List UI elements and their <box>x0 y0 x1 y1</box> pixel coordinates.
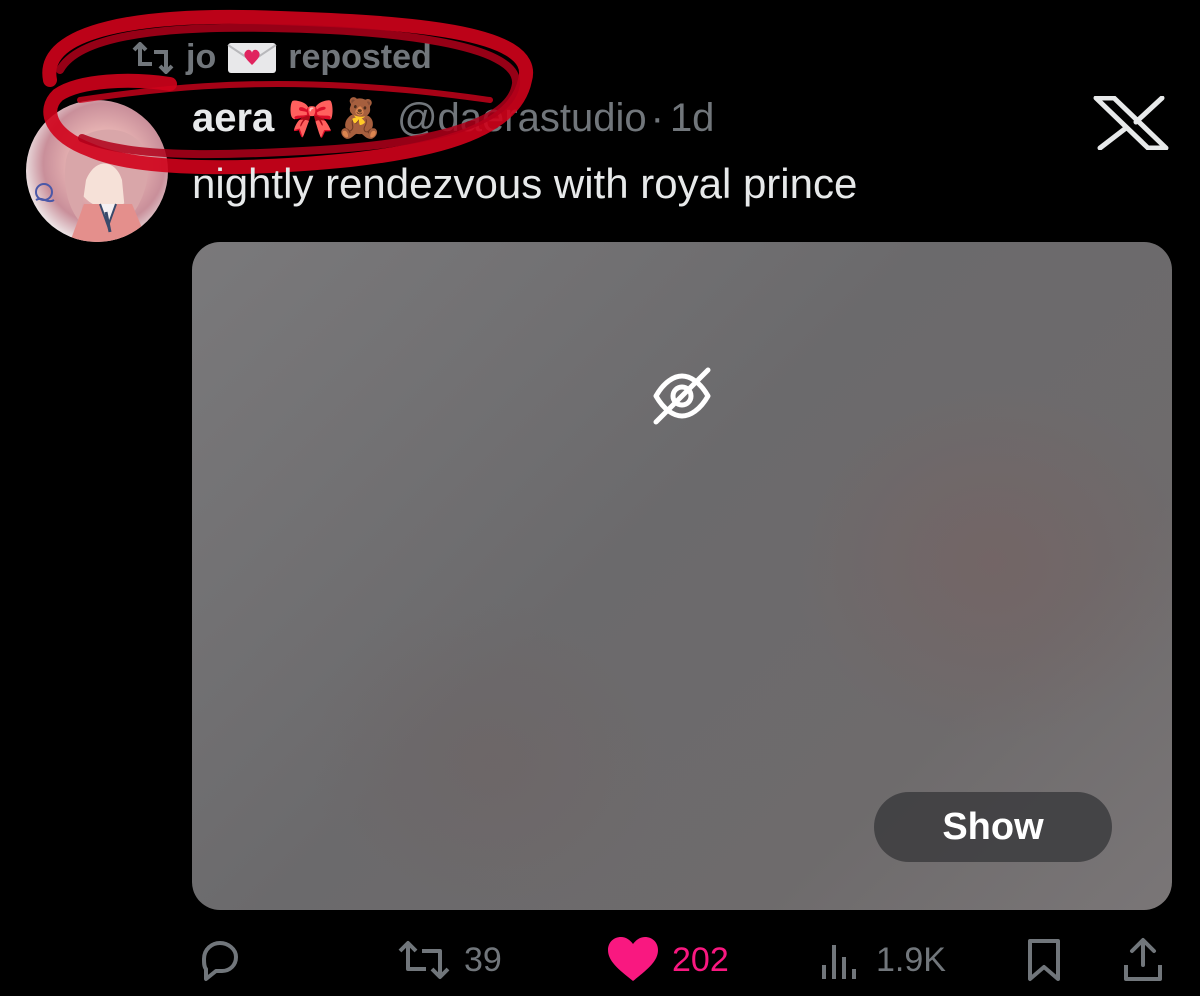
retweet-count: 39 <box>464 940 502 979</box>
repost-user: jo <box>186 38 217 76</box>
separator-dot: · <box>650 96 664 140</box>
post-text: nightly rendezvous with royal prince <box>192 160 858 207</box>
share-button[interactable] <box>1118 930 1168 990</box>
views-button[interactable]: 1.9K <box>816 930 946 990</box>
repost-icon <box>132 41 174 74</box>
author-handle[interactable]: @daerastudio <box>397 96 647 141</box>
repost-label: reposted <box>288 38 432 76</box>
post-header: aera 🎀🧸 @daerastudio · 1d <box>192 96 714 141</box>
avatar[interactable] <box>26 100 168 242</box>
retweet-button[interactable]: 39 <box>396 930 502 990</box>
retweet-icon <box>398 941 450 979</box>
post-screen: jo reposted aera 🎀🧸 @daerastudio · 1d ni… <box>0 0 1200 996</box>
reply-button[interactable] <box>194 930 244 990</box>
show-media-button[interactable]: Show <box>874 792 1112 862</box>
views-count: 1.9K <box>876 940 946 979</box>
eye-off-icon <box>653 367 711 425</box>
heart-icon <box>608 937 658 981</box>
share-icon <box>1124 938 1162 981</box>
like-count: 202 <box>672 940 729 979</box>
author-name[interactable]: aera <box>192 96 274 141</box>
love-letter-icon <box>227 42 277 73</box>
repost-indicator[interactable]: jo reposted <box>130 38 432 77</box>
action-bar: 39 202 1.9K <box>0 930 1200 990</box>
x-logo-icon[interactable] <box>1092 96 1170 150</box>
bookmark-icon <box>1028 939 1060 981</box>
bookmark-button[interactable] <box>1022 930 1066 990</box>
like-button[interactable]: 202 <box>606 930 729 990</box>
author-emoji: 🎀🧸 <box>288 98 383 140</box>
reply-icon <box>202 941 238 981</box>
hidden-media[interactable]: Show <box>192 242 1172 910</box>
views-icon <box>822 945 856 979</box>
avatar-illustration <box>35 129 149 242</box>
post-time[interactable]: 1d <box>670 96 715 141</box>
